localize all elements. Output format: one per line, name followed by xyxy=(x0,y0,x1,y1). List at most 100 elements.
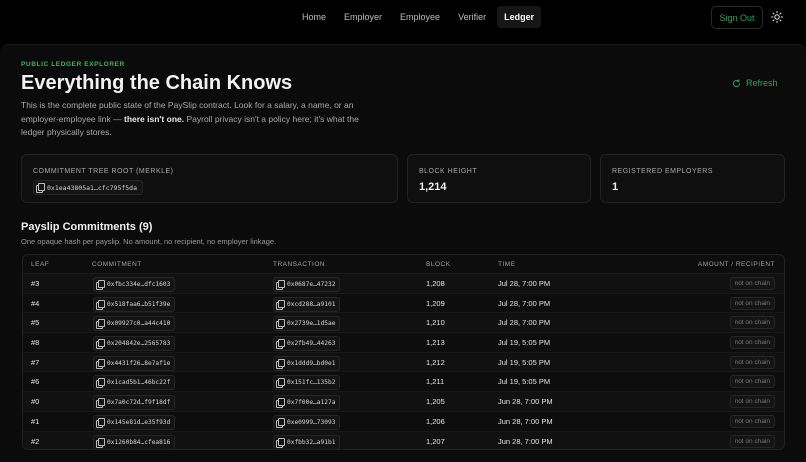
top-navigation-bar: Home Employer Employee Verifier Ledger S… xyxy=(0,0,806,36)
block-cell: 1,207 xyxy=(426,436,445,446)
copy-icon xyxy=(96,280,105,290)
col-commitment: COMMITMENT xyxy=(92,261,142,268)
leaf-cell: #7 xyxy=(31,357,40,367)
table-row: #8 0x204842e…2565783 0x2fb49…44263 1,213 Jul… xyxy=(23,333,784,353)
commitment-value: 0x09927c0…a44c410 xyxy=(107,320,171,328)
commitment-hash[interactable]: 0x7a0c72d…f9f18df xyxy=(93,395,176,411)
merkle-root-label: COMMITMENT TREE ROOT (MERKLE) xyxy=(33,168,174,175)
commitment-value: 0x204842e…2565783 xyxy=(107,340,171,348)
copy-icon xyxy=(36,183,45,193)
merkle-root-value: 0x1ea43805a1…cfc795f5da xyxy=(47,183,138,192)
commitment-value: 0xfbc334e…dfc1603 xyxy=(107,281,171,288)
col-transaction: TRANSACTION xyxy=(273,261,326,268)
transaction-value: 0x2739e…1d5ae xyxy=(287,320,336,328)
registered-employers-label: REGISTERED EMPLOYERS xyxy=(612,168,714,175)
registered-employers-card: REGISTERED EMPLOYERS 1 xyxy=(600,154,785,203)
commitment-hash[interactable]: 0x518faa6…b51f39e xyxy=(93,296,176,312)
copy-icon xyxy=(96,398,105,409)
transaction-value: 0x7f00e…a127a xyxy=(287,399,336,407)
merkle-root-hash[interactable]: 0x1ea43805a1…cfc795f5da xyxy=(33,180,144,195)
col-leaf: LEAF xyxy=(31,261,50,268)
col-amount-recipient: AMOUNT / RECIPIENT xyxy=(697,261,775,268)
time-cell: Jun 28, 7:00 PM xyxy=(498,397,553,407)
leaf-cell: #2 xyxy=(31,436,40,446)
transaction-hash[interactable]: 0x151fc…135b2 xyxy=(273,375,341,391)
block-height-card: BLOCK HEIGHT 1,214 xyxy=(407,154,591,203)
transaction-value: 0xfbb32…a91b1 xyxy=(287,438,336,446)
nav-ledger[interactable]: Ledger xyxy=(497,6,542,28)
not-on-chain-badge: not on chain xyxy=(729,277,775,290)
not-on-chain-badge: not on chain xyxy=(729,296,775,310)
commitment-value: 0x7a0c72d…f9f18df xyxy=(107,399,171,407)
transaction-value: 0xcd288…a9101 xyxy=(287,300,336,308)
transaction-hash[interactable]: 0x0687e…47232 xyxy=(273,277,341,292)
commitment-hash[interactable]: 0x1cad5b1…46bc22f xyxy=(93,375,176,391)
theme-toggle-button[interactable] xyxy=(768,8,786,26)
not-on-chain-badge: not on chain xyxy=(729,336,775,350)
commitment-hash[interactable]: 0x1260b84…cfea816 xyxy=(93,434,176,449)
leaf-cell: #4 xyxy=(31,298,40,308)
nav-employee[interactable]: Employee xyxy=(393,6,447,28)
leaf-cell: #0 xyxy=(31,397,40,407)
block-cell: 1,206 xyxy=(426,416,445,426)
copy-icon xyxy=(276,437,285,448)
time-cell: Jul 28, 7:00 PM xyxy=(498,318,551,328)
time-cell: Jul 19, 5:05 PM xyxy=(498,338,551,348)
transaction-hash[interactable]: 0x2fb49…44263 xyxy=(273,336,341,352)
commitment-hash[interactable]: 0x4431f26…8e7af1e xyxy=(93,355,176,371)
main-nav: Home Employer Employee Verifier Ledger xyxy=(295,6,545,28)
not-on-chain-badge: not on chain xyxy=(729,375,775,389)
registered-employers-value: 1 xyxy=(612,181,619,193)
copy-icon xyxy=(276,319,285,330)
commitment-hash[interactable]: 0x09927c0…a44c410 xyxy=(93,316,176,332)
time-cell: Jun 28, 7:00 PM xyxy=(498,416,553,426)
nav-verifier[interactable]: Verifier xyxy=(451,6,493,28)
commitment-value: 0x4431f26…8e7af1e xyxy=(107,359,171,367)
table-row: #6 0x1cad5b1…46bc22f 0x151fc…135b2 1,211 Jul… xyxy=(23,372,784,393)
transaction-hash[interactable]: 0xe0999…73093 xyxy=(273,414,341,430)
sun-icon xyxy=(771,11,783,23)
refresh-button[interactable]: Refresh xyxy=(732,78,778,88)
transaction-hash[interactable]: 0x7f00e…a127a xyxy=(273,395,341,411)
transaction-hash[interactable]: 0x2739e…1d5ae xyxy=(273,316,341,332)
copy-icon xyxy=(276,417,285,428)
commitment-hash[interactable]: 0x145e81d…e35f93d xyxy=(93,414,176,430)
transaction-hash[interactable]: 0x1ddd9…bd0e1 xyxy=(273,355,341,371)
nav-employer[interactable]: Employer xyxy=(337,6,389,28)
table-row: #7 0x4431f26…8e7af1e 0x1ddd9…bd0e1 1,212 Jul… xyxy=(23,352,784,373)
not-on-chain-badge: not on chain xyxy=(729,434,775,448)
transaction-value: 0x0687e…47232 xyxy=(287,281,336,288)
table-row: #4 0x518faa6…b51f39e 0xcd288…a9101 1,209 Jul… xyxy=(23,294,784,314)
transaction-hash[interactable]: 0xcd288…a9101 xyxy=(273,296,341,312)
nav-home[interactable]: Home xyxy=(295,6,333,28)
transaction-hash[interactable]: 0xfbb32…a91b1 xyxy=(273,434,341,449)
copy-icon xyxy=(276,398,285,409)
leaf-cell: #8 xyxy=(31,338,40,348)
commitment-hash[interactable]: 0x204842e…2565783 xyxy=(93,336,176,352)
copy-icon xyxy=(276,280,285,290)
transaction-value: 0x1ddd9…bd0e1 xyxy=(287,359,336,367)
table-row: #2 0x1260b84…cfea816 0xfbb32…a91b1 1,207 Jun… xyxy=(23,431,784,449)
commitment-value: 0x518faa6…b51f39e xyxy=(107,300,171,308)
block-height-label: BLOCK HEIGHT xyxy=(419,168,478,175)
block-cell: 1,209 xyxy=(426,298,445,308)
table-header: LEAF COMMITMENT TRANSACTION BLOCK TIME A… xyxy=(23,255,784,274)
transaction-value: 0xe0999…73093 xyxy=(287,418,336,426)
block-cell: 1,212 xyxy=(426,357,445,367)
leaf-cell: #1 xyxy=(31,416,40,426)
block-cell: 1,208 xyxy=(426,279,445,288)
commitment-value: 0x145e81d…e35f93d xyxy=(107,418,171,426)
time-cell: Jul 19, 5:05 PM xyxy=(498,357,551,367)
sign-out-button[interactable]: Sign Out xyxy=(711,6,763,29)
table-row: #5 0x09927c0…a44c410 0x2739e…1d5ae 1,210 Jul… xyxy=(23,313,784,334)
block-cell: 1,211 xyxy=(426,377,445,387)
copy-icon xyxy=(276,299,285,310)
commitment-hash[interactable]: 0xfbc334e…dfc1603 xyxy=(93,277,176,292)
time-cell: Jul 28, 7:00 PM xyxy=(498,298,551,308)
refresh-label: Refresh xyxy=(746,78,778,88)
leaf-cell: #3 xyxy=(31,279,40,288)
time-cell: Jul 19, 5:05 PM xyxy=(498,377,551,387)
page-eyebrow: PUBLIC LEDGER EXPLORER xyxy=(21,61,125,68)
table-row: #0 0x7a0c72d…f9f18df 0x7f00e…a127a 1,205 Jun… xyxy=(23,392,784,412)
copy-icon xyxy=(96,417,105,428)
